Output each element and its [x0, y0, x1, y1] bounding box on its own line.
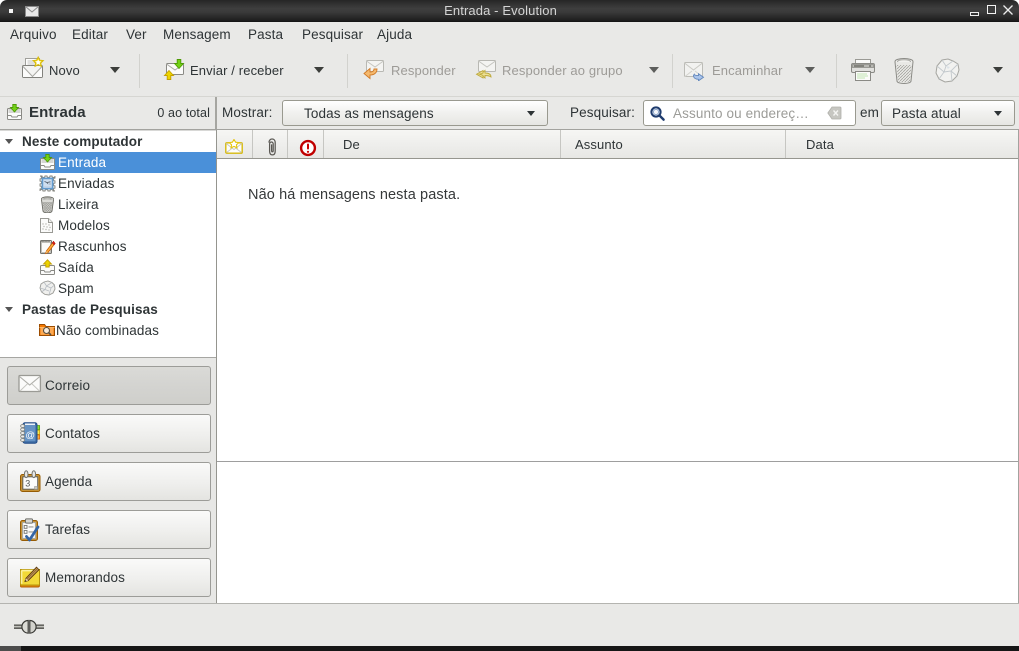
svg-text:3: 3 [25, 479, 30, 489]
svg-text:@: @ [25, 430, 35, 441]
